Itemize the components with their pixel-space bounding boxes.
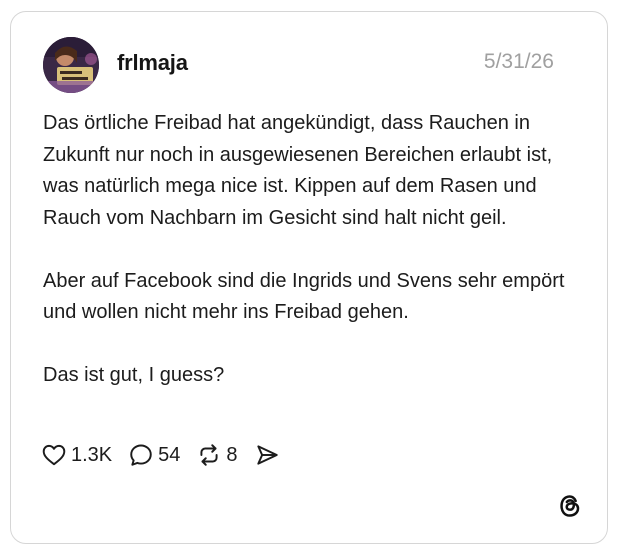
reply-count: 54 xyxy=(158,443,181,466)
post-date: 5/31/26 xyxy=(483,50,554,73)
post-paragraph: Das örtliche Freibad hat angekündigt, da… xyxy=(43,112,553,229)
speech-bubble-icon xyxy=(130,444,152,466)
post-paragraph: Das ist gut, I guess? xyxy=(43,364,225,386)
threads-logo-icon xyxy=(557,493,583,519)
heart-icon xyxy=(42,444,66,466)
like-button[interactable]: 1.3K xyxy=(41,442,112,468)
like-count: 1.3K xyxy=(71,443,113,466)
post-card: frlmaja 5/31/26 Das örtliche Freibad hat… xyxy=(10,11,608,544)
reply-button[interactable]: 54 xyxy=(128,442,180,468)
share-button[interactable] xyxy=(254,442,280,468)
post-text: Das örtliche Freibad hat angekündigt, da… xyxy=(43,108,583,392)
post-paragraph: Aber auf Facebook sind die Ingrids und S… xyxy=(43,269,565,324)
avatar-image xyxy=(43,37,99,93)
avatar[interactable] xyxy=(43,37,99,93)
repost-arrows-icon xyxy=(200,444,218,466)
send-icon xyxy=(256,445,278,465)
repost-button[interactable]: 8 xyxy=(196,442,238,468)
username[interactable]: frlmaja xyxy=(117,50,188,76)
repost-count: 8 xyxy=(226,443,238,466)
action-bar: 1.3K 54 8 xyxy=(41,442,296,468)
